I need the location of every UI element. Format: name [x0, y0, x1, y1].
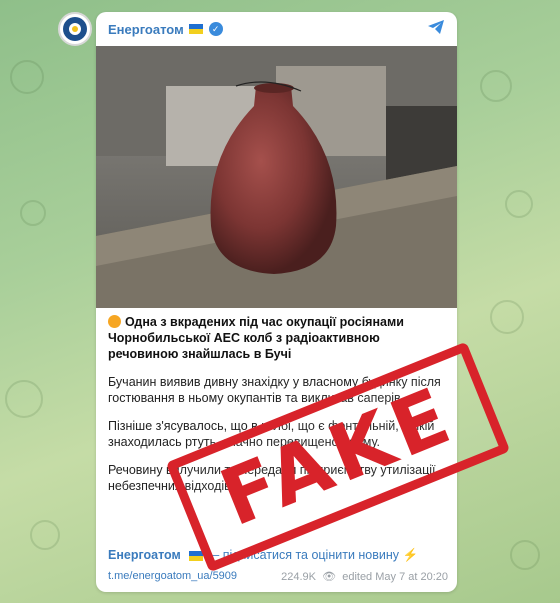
view-count: 224.9K: [281, 571, 316, 583]
flask-photo-image: [96, 46, 457, 308]
energoatom-logo-icon: [63, 17, 87, 41]
post-photo[interactable]: [96, 46, 457, 308]
radioactive-face-emoji: [108, 315, 121, 328]
ukraine-flag-icon: [188, 24, 203, 34]
verified-badge-icon: ✓: [208, 22, 223, 36]
post-headline: Одна з вкрадених під час окупації росіян…: [108, 315, 404, 361]
channel-name[interactable]: Енергоатом: [108, 22, 184, 37]
edited-timestamp: edited May 7 at 20:20: [342, 571, 448, 583]
post-meta: t.me/energoatom_ua/5909 224.9K 👁 edited …: [108, 570, 448, 583]
channel-avatar[interactable]: [58, 12, 92, 46]
post-link[interactable]: t.me/energoatom_ua/5909: [108, 570, 237, 583]
post-stats: 224.9K 👁 edited May 7 at 20:20: [281, 570, 448, 583]
message-header: Енергоатом ✓: [96, 12, 457, 46]
telegram-send-icon[interactable]: [427, 19, 445, 40]
eye-icon: 👁: [319, 571, 340, 583]
